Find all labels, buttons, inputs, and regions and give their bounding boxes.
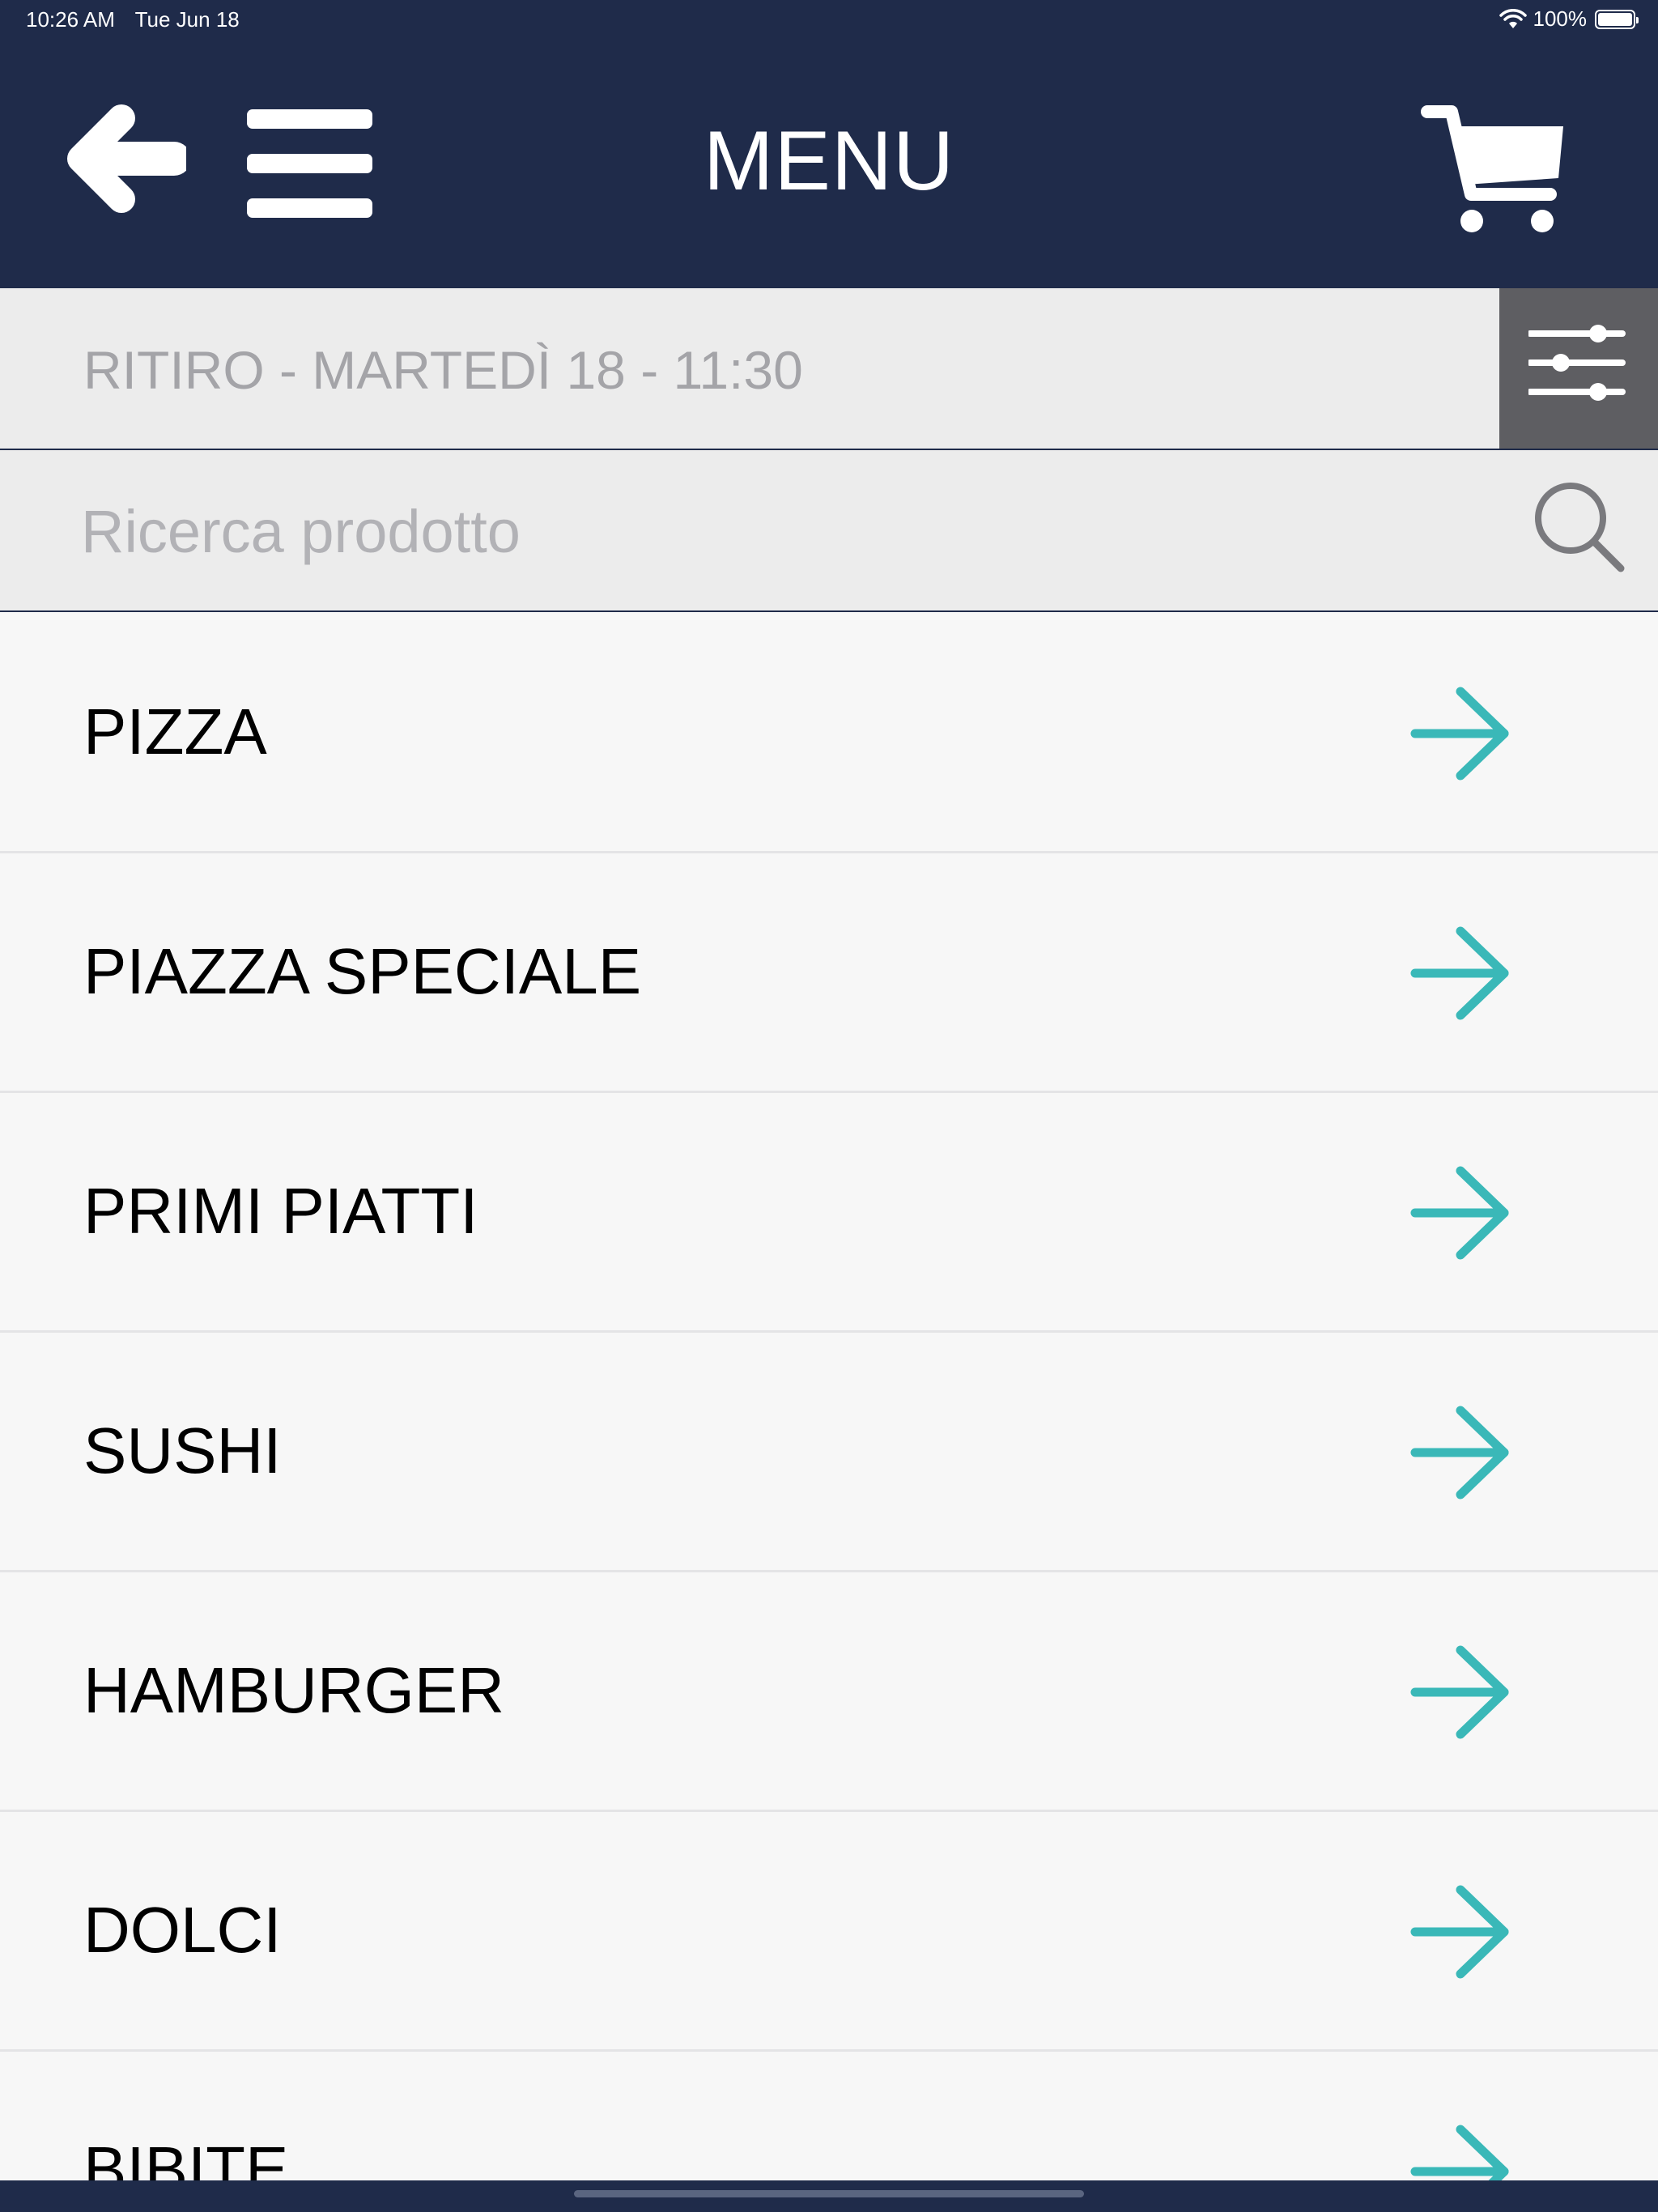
list-item-dolci[interactable]: DOLCI	[0, 1812, 1658, 2052]
search-icon[interactable]	[1530, 478, 1627, 575]
pickup-label: RITIRO - MARTEDÌ 18 - 11:30	[83, 340, 803, 400]
filter-sliders-icon	[1528, 325, 1626, 401]
status-date: Tue Jun 18	[134, 7, 240, 32]
pickup-info-bar[interactable]: RITIRO - MARTEDÌ 18 - 11:30	[0, 288, 1658, 450]
list-item-primi-piatti[interactable]: PRIMI PIATTI	[0, 1093, 1658, 1333]
wifi-icon	[1499, 8, 1527, 28]
nav-bar: MENU	[0, 39, 1658, 288]
battery-icon	[1595, 9, 1639, 29]
list-item-pizza[interactable]: PIZZA	[0, 614, 1658, 853]
battery-percent: 100%	[1533, 6, 1588, 31]
cart-icon[interactable]	[1421, 104, 1571, 237]
list-item-label: PRIMI PIATTI	[83, 1175, 478, 1247]
arrow-right-icon	[1410, 687, 1509, 781]
list-item-label: PIZZA	[83, 696, 267, 768]
bottom-bar	[0, 2180, 1658, 2212]
list-item-hamburger[interactable]: HAMBURGER	[0, 1572, 1658, 1812]
search-bar	[0, 450, 1658, 612]
arrow-right-icon	[1410, 2125, 1509, 2180]
list-item-label: DOLCI	[83, 1894, 282, 1966]
arrow-right-icon	[1410, 1166, 1509, 1260]
home-indicator[interactable]	[574, 2190, 1084, 2197]
arrow-right-icon	[1410, 1645, 1509, 1739]
arrow-right-icon	[1410, 1406, 1509, 1499]
list-item-sushi[interactable]: SUSHI	[0, 1333, 1658, 1572]
page-title: MENU	[703, 114, 955, 208]
list-item-bibite[interactable]: BIBITE	[0, 2052, 1658, 2180]
status-time: 10:26 AM	[26, 7, 115, 32]
list-item-label: BIBITE	[83, 2133, 289, 2180]
search-input[interactable]	[81, 483, 1498, 580]
category-list: PIZZA PIAZZA SPECIALE PRIMI PIATTI SUSHI…	[0, 614, 1658, 2180]
arrow-right-icon	[1410, 1885, 1509, 1979]
list-item-label: PIAZZA SPECIALE	[83, 935, 642, 1007]
status-bar: 10:26 AM Tue Jun 18 100%	[0, 0, 1658, 39]
arrow-right-icon	[1410, 926, 1509, 1020]
list-item-piazza-speciale[interactable]: PIAZZA SPECIALE	[0, 853, 1658, 1093]
list-item-label: HAMBURGER	[83, 1654, 505, 1726]
list-item-label: SUSHI	[83, 1414, 282, 1487]
filter-button[interactable]	[1499, 288, 1658, 449]
